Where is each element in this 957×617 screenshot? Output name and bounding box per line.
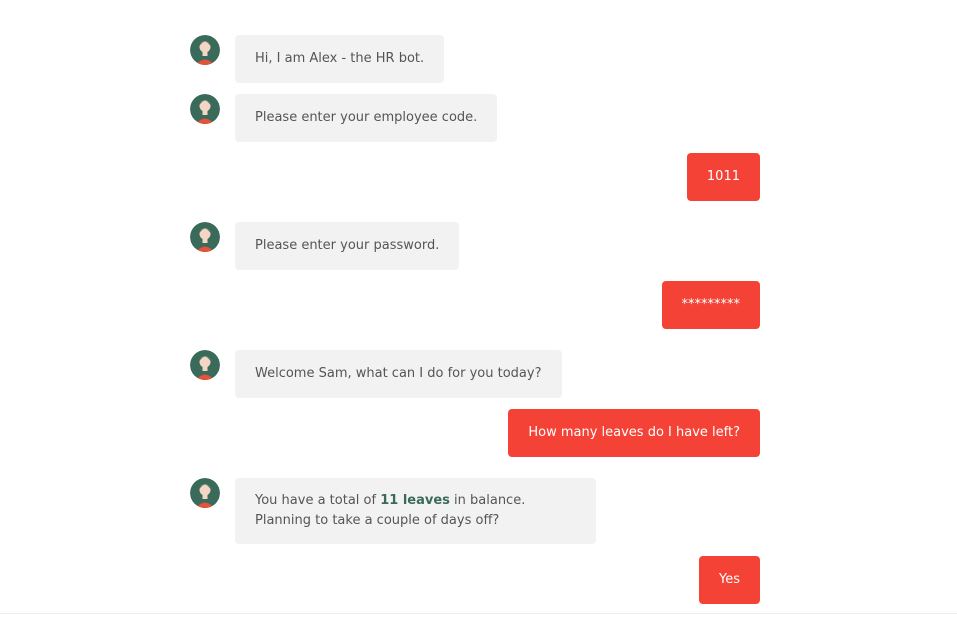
- bot-avatar-icon: [190, 94, 220, 124]
- divider: [0, 613, 957, 614]
- bot-message: Hi, I am Alex - the HR bot.: [235, 35, 445, 83]
- user-message: 1011: [686, 153, 760, 201]
- message-text: Welcome Sam, what can I do for you today…: [255, 366, 542, 381]
- message-text: Please enter your employee code.: [255, 110, 478, 125]
- bot-message: Welcome Sam, what can I do for you today…: [235, 350, 562, 398]
- bot-avatar-icon: [190, 350, 220, 380]
- message-text: Yes: [719, 572, 740, 587]
- user-message: Yes: [699, 556, 760, 604]
- user-message: *********: [661, 281, 760, 329]
- bot-avatar-icon: [190, 222, 220, 252]
- message-text-before: You have a total of: [255, 493, 381, 508]
- bot-avatar-icon: [190, 35, 220, 65]
- message-text: How many leaves do I have left?: [528, 425, 740, 440]
- chat-window: Hi, I am Alex - the HR bot. Please enter…: [0, 0, 957, 617]
- user-message: How many leaves do I have left?: [508, 409, 760, 457]
- leave-balance-highlight: 11 leaves: [380, 493, 450, 508]
- bot-message: You have a total of 11 leaves in balance…: [235, 478, 596, 544]
- message-text: Please enter your password.: [255, 238, 440, 253]
- bot-avatar-icon: [190, 478, 220, 508]
- message-text: Hi, I am Alex - the HR bot.: [255, 51, 425, 66]
- bot-message: Please enter your employee code.: [235, 94, 498, 142]
- message-text: 1011: [706, 169, 740, 184]
- message-text: *********: [681, 297, 741, 312]
- bot-message: Please enter your password.: [235, 222, 460, 270]
